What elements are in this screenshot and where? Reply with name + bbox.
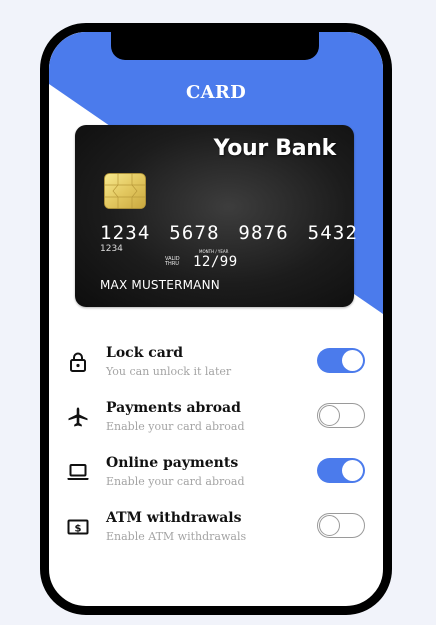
setting-title: Online payments [106,455,239,471]
atm-withdrawals-toggle[interactable] [317,513,365,538]
settings-list: Lock card You can unlock it later Paymen… [49,343,383,563]
setting-online-payments: Online payments Enable your card abroad [49,453,383,508]
airplane-icon [68,407,88,427]
setting-description: Enable your card abroad [106,420,245,433]
setting-description: You can unlock it later [106,365,232,378]
phone-frame: CARD Your Bank 1234 5678 9876 5432 1234 … [40,23,392,615]
laptop-icon [67,464,89,480]
toggle-knob [319,514,340,536]
bank-name: Your Bank [213,136,337,161]
setting-atm-withdrawals: $ ATM withdrawals Enable ATM withdrawals [49,508,383,563]
card-holder: MAX MUSTERMANN [100,278,220,292]
setting-payments-abroad: Payments abroad Enable your card abroad [49,398,383,453]
card-number-sub: 1234 [100,244,123,254]
online-payments-toggle[interactable] [317,458,365,483]
payments-abroad-toggle[interactable] [317,403,365,428]
page-title: CARD [185,82,247,103]
toggle-knob [342,460,363,481]
setting-title: Payments abroad [106,400,241,416]
setting-title: Lock card [106,345,184,361]
cash-icon: $ [67,519,89,535]
lock-icon [70,352,86,372]
setting-title: ATM withdrawals [106,510,242,526]
toggle-knob [342,350,363,371]
card-number: 1234 5678 9876 5432 [100,222,359,244]
setting-description: Enable your card abroad [106,475,245,488]
setting-description: Enable ATM withdrawals [106,530,247,543]
setting-lock-card: Lock card You can unlock it later [49,343,383,398]
lock-card-toggle[interactable] [317,348,365,373]
bank-card[interactable]: Your Bank 1234 5678 9876 5432 1234 MONTH… [75,125,357,307]
card-expiry: 12/99 [193,254,238,270]
notch [111,32,319,60]
toggle-knob [319,404,340,426]
chip-icon [104,173,146,209]
valid-thru-label: VALID THRU [165,256,180,267]
svg-text:$: $ [75,523,82,534]
